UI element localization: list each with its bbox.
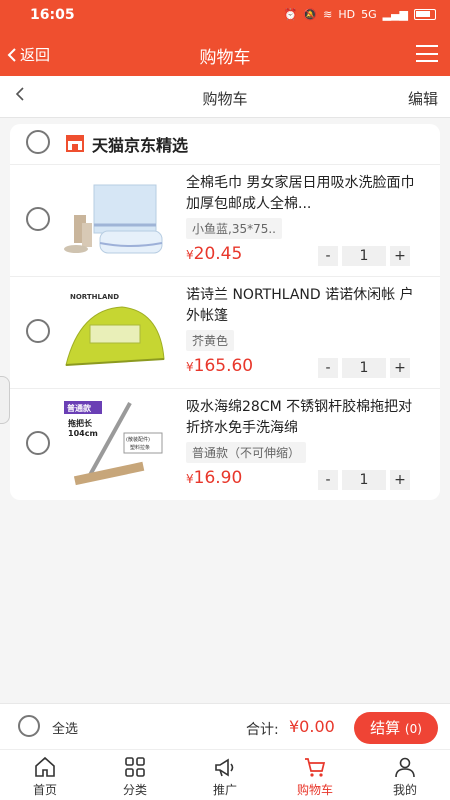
mop-badge-text: 普通款: [67, 403, 92, 413]
tab-label: 购物车: [296, 783, 333, 797]
item-spec[interactable]: 小鱼蓝,35*75..: [186, 218, 282, 239]
network-label: HD: [338, 8, 356, 21]
decrease-button[interactable]: -: [318, 470, 338, 490]
tab-label: 首页: [32, 783, 57, 797]
status-bar: 16:05 ⏰ 🔕 ≋ HD 5G ▂▄▆: [0, 0, 450, 32]
status-time: 16:05: [30, 7, 75, 23]
quantity-value[interactable]: 1: [342, 246, 386, 266]
tab-label: 我的: [392, 783, 417, 797]
quantity-stepper: - 1 +: [318, 246, 410, 266]
item-spec[interactable]: 芥黄色: [186, 330, 235, 351]
item-price: ¥16.90: [186, 468, 242, 488]
select-all-radio[interactable]: [18, 715, 40, 737]
decrease-button[interactable]: -: [318, 358, 338, 378]
item-select-radio[interactable]: [26, 431, 50, 455]
decrease-button[interactable]: -: [318, 246, 338, 266]
mop-product-image[interactable]: 普通款 拖把长 104cm (散装配件) 塑料拉条: [60, 397, 170, 492]
tab-category[interactable]: 分类: [90, 750, 180, 800]
price-value: 20.45: [193, 244, 243, 264]
item-select-radio[interactable]: [26, 319, 50, 343]
app-bar: 返回 购物车: [0, 32, 450, 76]
sub-header: 购物车 编辑: [0, 76, 450, 118]
tab-label: 推广: [212, 783, 237, 797]
mute-icon: 🔕: [303, 8, 318, 21]
currency-symbol: ¥: [186, 472, 194, 486]
store-header: 天猫京东精选: [10, 124, 440, 164]
item-spec[interactable]: 普通款（不可伸缩）: [186, 442, 307, 463]
select-all-label[interactable]: 全选: [52, 718, 78, 737]
item-price: ¥20.45: [186, 244, 242, 264]
alarm-icon: ⏰: [283, 8, 298, 21]
mop-length-label: 拖把长: [68, 418, 93, 428]
tab-cart[interactable]: 购物车: [270, 750, 360, 800]
increase-button[interactable]: +: [390, 246, 410, 266]
bottom-tab-bar: 首页 分类 推广 购物车 我的: [0, 749, 450, 800]
status-icons: ⏰ 🔕 ≋ HD 5G ▂▄▆: [284, 8, 436, 21]
tab-mine[interactable]: 我的: [360, 750, 450, 800]
currency-symbol: ¥: [186, 248, 194, 262]
item-name[interactable]: 全棉毛巾 男女家居日用吸水洗脸面巾加厚包邮成人全棉...: [186, 173, 422, 215]
checkout-label: 结算: [370, 719, 401, 737]
mop-part-note: (散装配件): [126, 436, 150, 443]
store-cart-card: 天猫京东精选 全棉毛巾 男女家居日用吸水洗脸面巾加厚包邮成人全棉... 小鱼蓝,…: [10, 124, 440, 500]
tent-brand-text: NORTHLAND: [70, 293, 119, 301]
page-title: 购物车: [199, 48, 251, 68]
mop-length-value: 104cm: [68, 429, 98, 438]
currency-symbol: ¥: [186, 360, 194, 374]
quantity-stepper: - 1 +: [318, 358, 410, 378]
tent-product-image[interactable]: NORTHLAND: [60, 285, 170, 380]
signal-icon: ▂▄▆: [382, 8, 408, 21]
tab-promote[interactable]: 推广: [180, 750, 270, 800]
total-amount: ¥0.00: [289, 717, 335, 736]
cart-item: NORTHLAND 诺诗兰 NORTHLAND 诺诺休闲帐 户外帐篷 芥黄色 ¥…: [10, 276, 440, 388]
store-name: 天猫京东精选: [92, 136, 189, 155]
sub-header-title: 购物车: [202, 90, 248, 108]
signal-label: 5G: [361, 8, 377, 21]
price-value: 16.90: [193, 468, 243, 488]
grid-icon: [125, 757, 145, 777]
battery-icon: [414, 9, 436, 20]
shop-icon: [66, 135, 84, 152]
store-select-radio[interactable]: [26, 130, 50, 154]
megaphone-icon: [215, 758, 234, 777]
total-label: 合计:: [246, 722, 279, 738]
quantity-value[interactable]: 1: [342, 358, 386, 378]
item-select-radio[interactable]: [26, 207, 50, 231]
quantity-value[interactable]: 1: [342, 470, 386, 490]
cart-item: 普通款 拖把长 104cm (散装配件) 塑料拉条 吸水海绵28CM 不锈钢杆胶…: [10, 388, 440, 500]
wifi-icon: ≋: [323, 8, 333, 21]
quantity-stepper: - 1 +: [318, 470, 410, 490]
edit-button[interactable]: 编辑: [408, 88, 438, 109]
item-price: ¥165.60: [186, 356, 253, 376]
towel-product-image[interactable]: [60, 173, 170, 268]
checkout-button[interactable]: 结算 (0): [354, 712, 438, 744]
tab-label: 分类: [122, 783, 147, 797]
cart-item: 全棉毛巾 男女家居日用吸水洗脸面巾加厚包邮成人全棉... 小鱼蓝,35*75..…: [10, 164, 440, 276]
item-name[interactable]: 诺诗兰 NORTHLAND 诺诺休闲帐 户外帐篷: [186, 285, 422, 327]
checkout-count: (0): [404, 722, 422, 736]
cart-icon: [305, 758, 326, 777]
menu-icon[interactable]: [416, 45, 438, 62]
user-icon: [395, 757, 415, 778]
increase-button[interactable]: +: [390, 470, 410, 490]
mop-part-name: 塑料拉条: [130, 444, 150, 451]
checkout-bar: 全选 合计: ¥0.00 结算 (0): [0, 703, 450, 749]
increase-button[interactable]: +: [390, 358, 410, 378]
tab-home[interactable]: 首页: [0, 750, 90, 800]
item-name[interactable]: 吸水海绵28CM 不锈钢杆胶棉拖把对折挤水免手洗海绵: [186, 397, 422, 439]
price-value: 165.60: [193, 356, 254, 376]
side-drawer-handle[interactable]: [0, 376, 10, 424]
home-icon: [35, 756, 55, 777]
